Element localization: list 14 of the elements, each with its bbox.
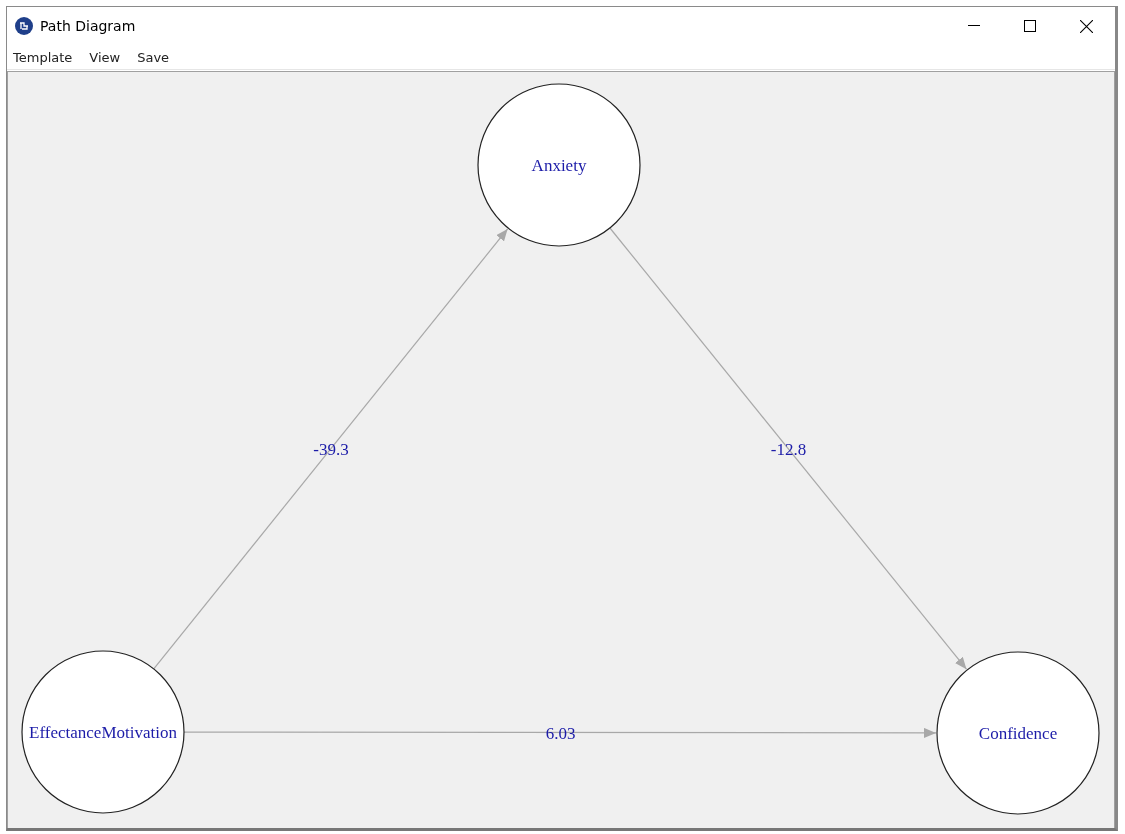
menu-item[interactable]: Template	[13, 49, 73, 65]
menu-item[interactable]: View	[89, 49, 121, 65]
node-label: Anxiety	[531, 156, 587, 175]
node-label: Confidence	[978, 724, 1058, 743]
close-icon[interactable]	[1080, 19, 1093, 33]
node-label: EffectanceMotivation	[29, 723, 177, 742]
minimize-icon[interactable]	[968, 25, 980, 27]
window-title: Path Diagram	[40, 18, 136, 34]
path-coefficient: -12.8	[770, 440, 807, 459]
path-coefficient: 6.03	[545, 723, 576, 743]
maximize-icon[interactable]	[1024, 20, 1036, 32]
path-coefficient: -39.3	[313, 439, 349, 459]
menu-item[interactable]: Save	[137, 49, 170, 65]
app-icon	[15, 17, 33, 35]
